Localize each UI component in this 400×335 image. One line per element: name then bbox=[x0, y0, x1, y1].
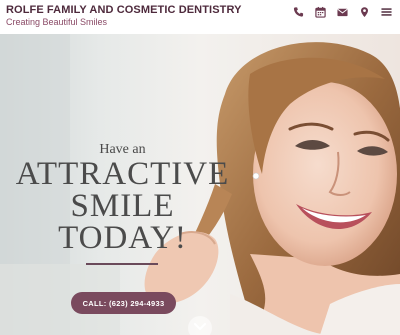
site-title[interactable]: ROLFE FAMILY AND COSMETIC DENTISTRY bbox=[6, 4, 242, 16]
envelope-icon[interactable] bbox=[337, 6, 348, 18]
chevron-down-icon bbox=[194, 323, 206, 331]
hero-line-3: TODAY! bbox=[58, 220, 187, 256]
phone-icon[interactable] bbox=[293, 6, 304, 18]
menu-icon[interactable] bbox=[381, 6, 392, 18]
scroll-down-button[interactable] bbox=[188, 316, 212, 335]
map-pin-icon[interactable] bbox=[359, 6, 370, 18]
call-button[interactable]: CALL: (623) 294-4933 bbox=[71, 292, 176, 314]
hero-headline: Have an ATTRACTIVE SMILE TODAY! bbox=[0, 142, 245, 256]
hero-line-1: ATTRACTIVE bbox=[15, 156, 230, 192]
hero-banner: Have an ATTRACTIVE SMILE TODAY! bbox=[0, 34, 400, 335]
site-header: ROLFE FAMILY AND COSMETIC DENTISTRY Crea… bbox=[0, 0, 400, 34]
calendar-icon[interactable] bbox=[315, 6, 326, 18]
hero-line-2: SMILE bbox=[70, 188, 175, 224]
header-icon-bar bbox=[293, 5, 392, 19]
headline-divider bbox=[86, 263, 158, 265]
site-tagline: Creating Beautiful Smiles bbox=[6, 17, 108, 27]
